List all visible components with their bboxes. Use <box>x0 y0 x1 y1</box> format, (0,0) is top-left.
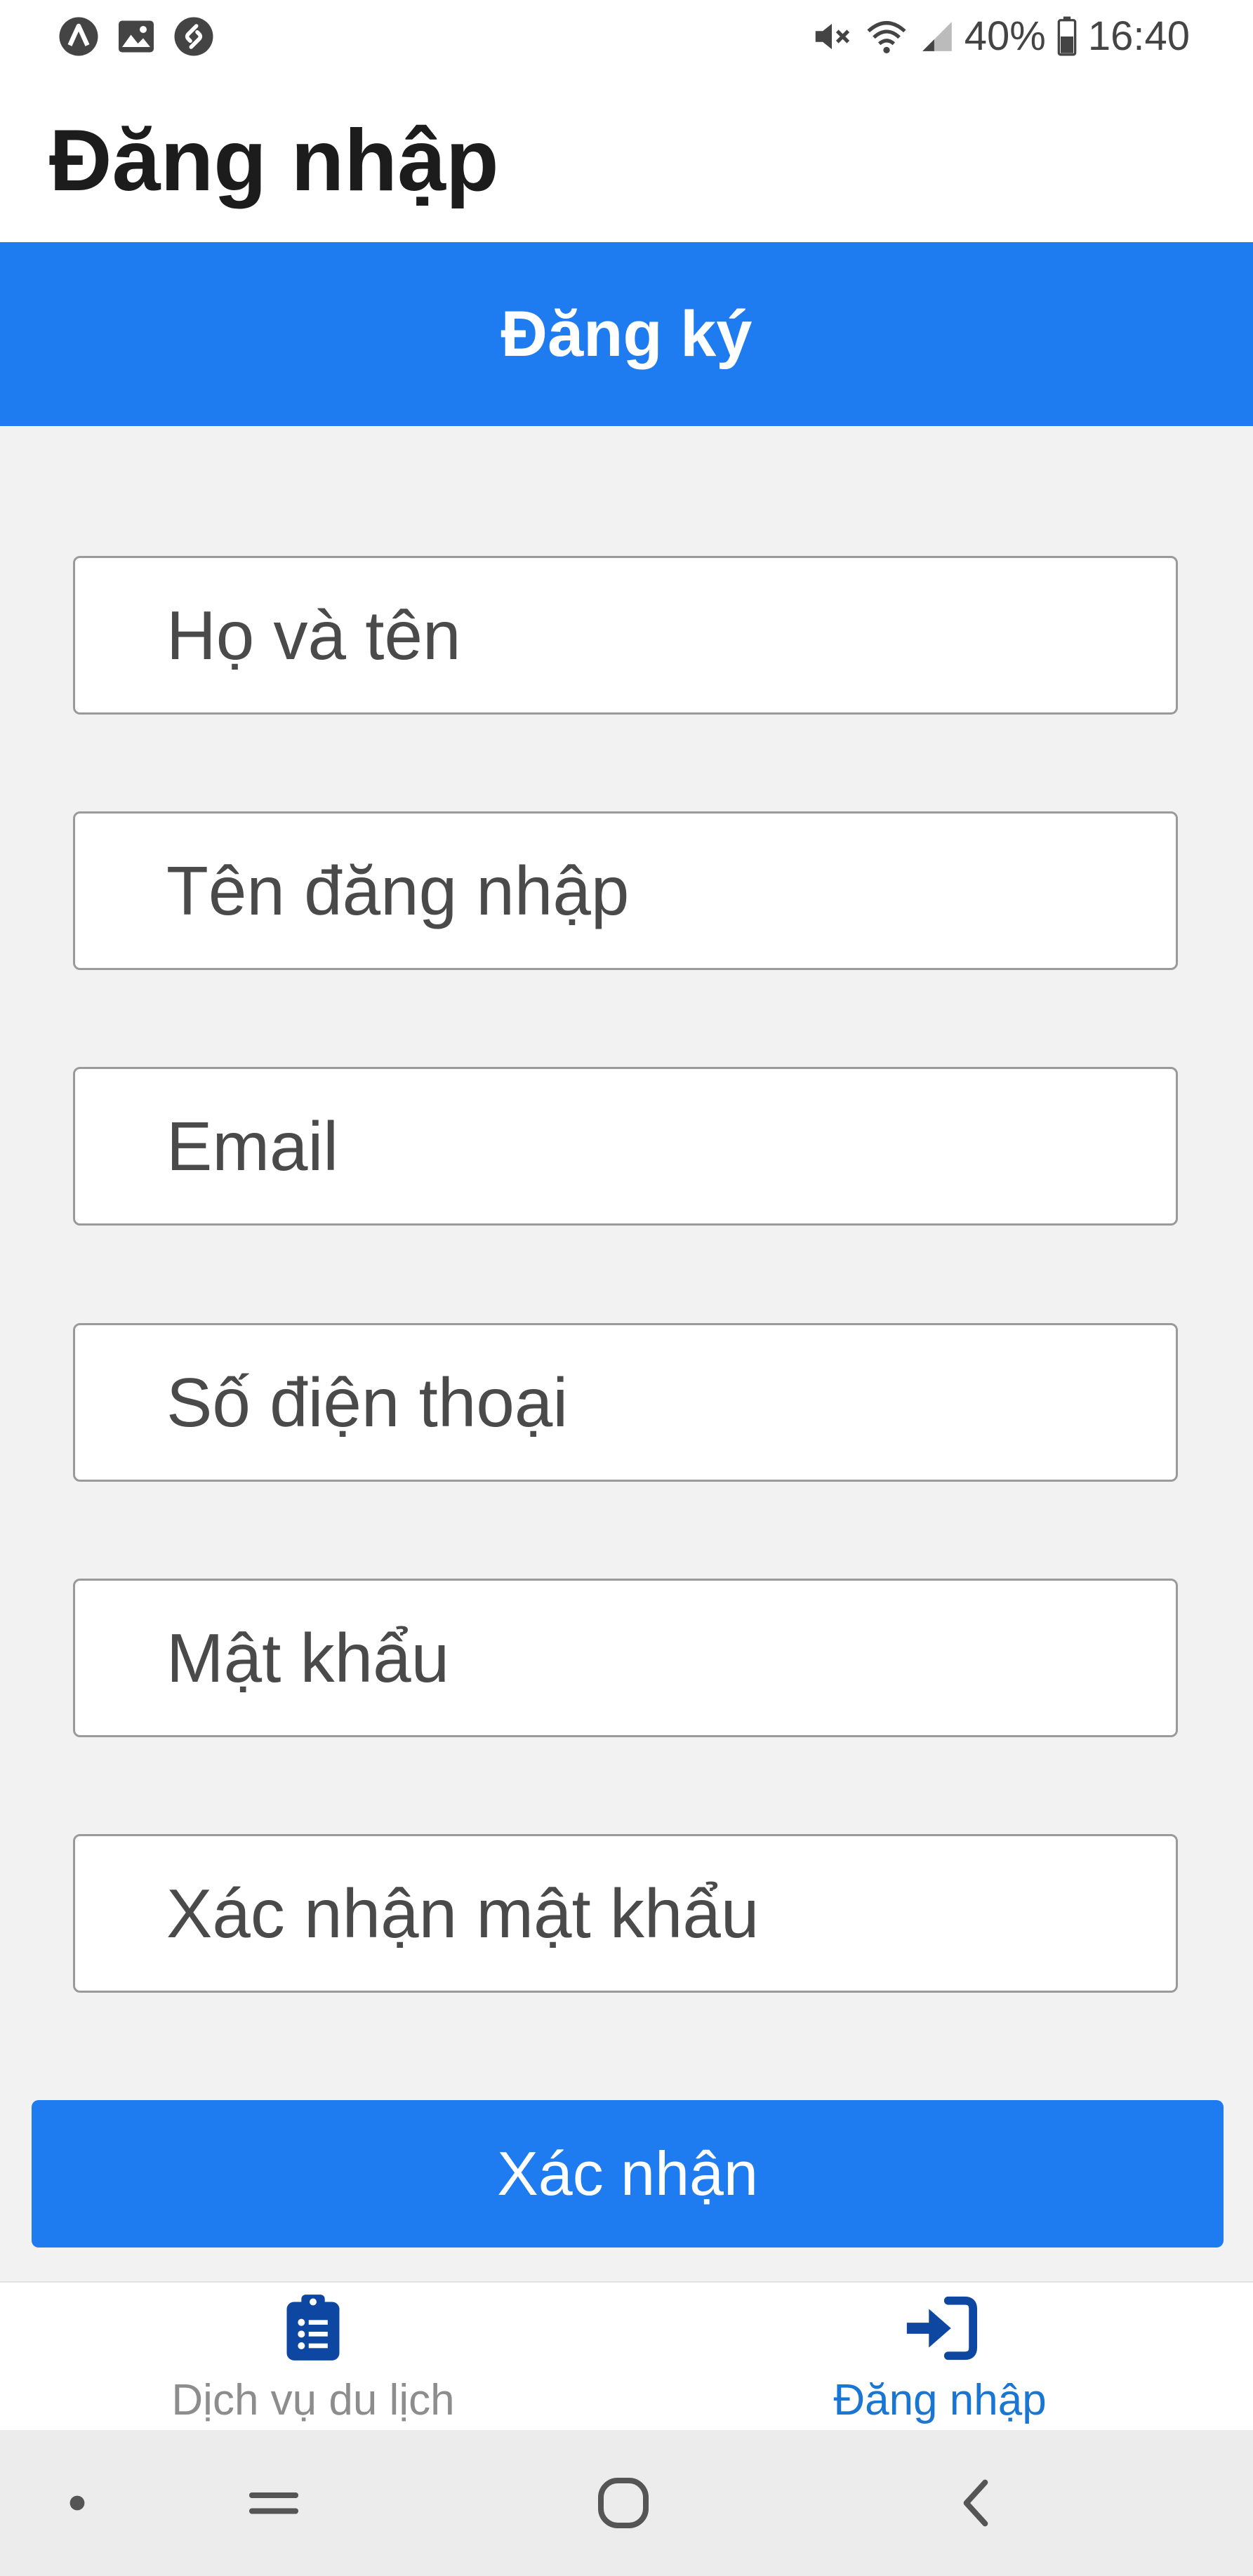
full-name-input[interactable] <box>75 558 1176 712</box>
mute-icon <box>815 23 849 49</box>
page-title: Đăng nhập <box>49 112 499 209</box>
email-input[interactable] <box>75 1069 1176 1223</box>
password-input[interactable] <box>75 1581 1176 1735</box>
full-name-field[interactable] <box>73 556 1178 715</box>
status-right-icons: 40% 16:40 <box>810 13 1190 60</box>
recents-icon[interactable] <box>232 2430 316 2576</box>
signal-icon <box>922 21 952 51</box>
email-field[interactable] <box>73 1067 1178 1226</box>
sign-in-icon <box>898 2290 982 2367</box>
back-icon[interactable] <box>934 2430 1018 2576</box>
app-a-icon <box>59 17 98 56</box>
tab-label-travel-services: Dịch vụ du lịch <box>171 2376 455 2424</box>
confirm-password-input[interactable] <box>75 1836 1176 1991</box>
system-nav-bar <box>0 2430 1253 2576</box>
username-input[interactable] <box>75 814 1176 968</box>
status-bar: 40% 16:40 <box>0 0 1253 74</box>
username-field[interactable] <box>73 811 1178 970</box>
tab-label-login: Đăng nhập <box>833 2376 1047 2424</box>
image-icon <box>119 20 154 53</box>
clock: 16:40 <box>1087 13 1190 59</box>
status-left-icons <box>58 15 215 58</box>
password-field[interactable] <box>73 1579 1178 1737</box>
clipboard-list-icon <box>271 2290 355 2367</box>
phone-input[interactable] <box>75 1325 1176 1480</box>
register-banner: Đăng ký <box>0 242 1253 426</box>
shazam-icon <box>174 17 213 56</box>
battery-percentage: 40% <box>964 13 1046 59</box>
app-header: Đăng nhập <box>0 74 1253 242</box>
banner-title: Đăng ký <box>500 298 753 370</box>
wifi-icon <box>867 20 906 53</box>
tab-travel-services[interactable]: Dịch vụ du lịch <box>0 2283 626 2430</box>
tab-login[interactable]: Đăng nhập <box>627 2283 1253 2430</box>
bottom-tab-bar: Dịch vụ du lịch Đăng nhập <box>0 2281 1253 2430</box>
dot-icon <box>49 2430 105 2576</box>
submit-button[interactable]: Xác nhận <box>32 2100 1224 2248</box>
battery-icon <box>1057 16 1077 56</box>
confirm-password-field[interactable] <box>73 1834 1178 1993</box>
phone-field[interactable] <box>73 1323 1178 1482</box>
home-icon[interactable] <box>581 2430 665 2576</box>
